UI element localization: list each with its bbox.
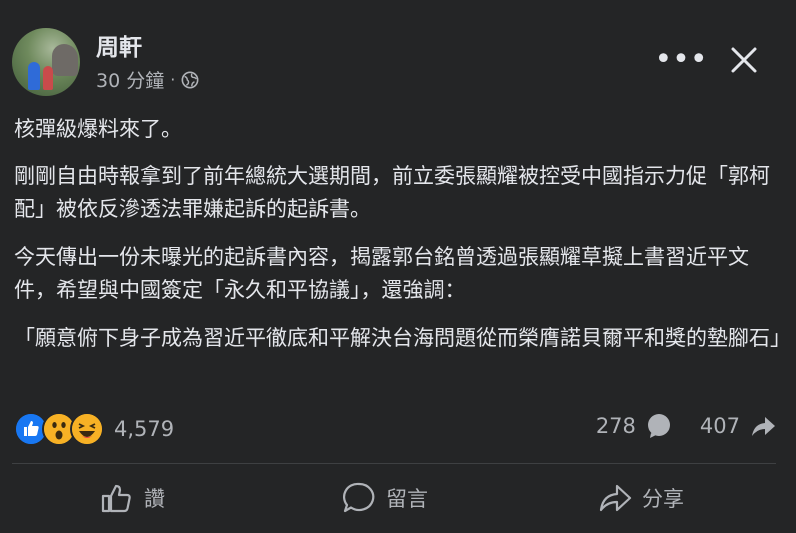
post-paragraph: 「願意俯下身子成為習近平徹底和平解決台海問題從而榮膺諾貝爾平和獎的墊腳石」 bbox=[14, 326, 791, 350]
comment-icon bbox=[342, 482, 375, 513]
reactions-count: 4,579 bbox=[114, 417, 175, 441]
comment-icon bbox=[647, 414, 670, 438]
globe-icon[interactable] bbox=[181, 71, 199, 89]
more-options-button[interactable]: ••• bbox=[654, 40, 707, 78]
share-arrow-icon bbox=[599, 484, 632, 512]
facebook-post: 周軒 30 分鐘 · ••• 核彈級爆料來了。 剛剛自由時報拿到了前年總統大選期… bbox=[0, 0, 796, 533]
share-icon bbox=[752, 417, 775, 436]
thumbs-up-icon bbox=[101, 484, 131, 513]
post-paragraph: 今天傳出一份未曝光的起訴書內容，揭露郭台銘曾透過張顯耀草擬上書習近平文件，希望與… bbox=[14, 245, 749, 302]
comments-count[interactable]: 278 bbox=[596, 414, 636, 438]
comment-label: 留言 bbox=[386, 487, 428, 511]
avatar[interactable] bbox=[12, 28, 80, 96]
reactions-summary[interactable]: 4,579 bbox=[14, 412, 174, 446]
post-meta: 30 分鐘 · bbox=[96, 66, 199, 93]
share-button[interactable]: 分享 bbox=[598, 478, 684, 518]
share-label: 分享 bbox=[642, 487, 684, 511]
meta-separator: · bbox=[170, 70, 176, 89]
comment-button[interactable]: 留言 bbox=[342, 478, 428, 518]
engagement-counts: 278 407 bbox=[596, 413, 776, 439]
avatar-person bbox=[43, 66, 53, 90]
like-label: 讚 bbox=[144, 487, 165, 511]
haha-icon bbox=[70, 412, 104, 446]
post-paragraph: 核彈級爆料來了。 bbox=[14, 117, 182, 141]
shares-count[interactable]: 407 bbox=[700, 414, 740, 438]
avatar-elephant bbox=[52, 44, 78, 76]
like-button[interactable]: 讚 bbox=[100, 478, 165, 518]
close-icon[interactable] bbox=[724, 40, 764, 80]
post-paragraph: 剛剛自由時報拿到了前年總統大選期間，前立委張顯耀被控受中國指示力促「郭柯配」被依… bbox=[14, 164, 770, 221]
divider bbox=[12, 463, 776, 464]
post-time[interactable]: 30 分鐘 bbox=[96, 66, 164, 93]
avatar-person bbox=[28, 62, 40, 90]
author-name[interactable]: 周軒 bbox=[96, 28, 142, 62]
